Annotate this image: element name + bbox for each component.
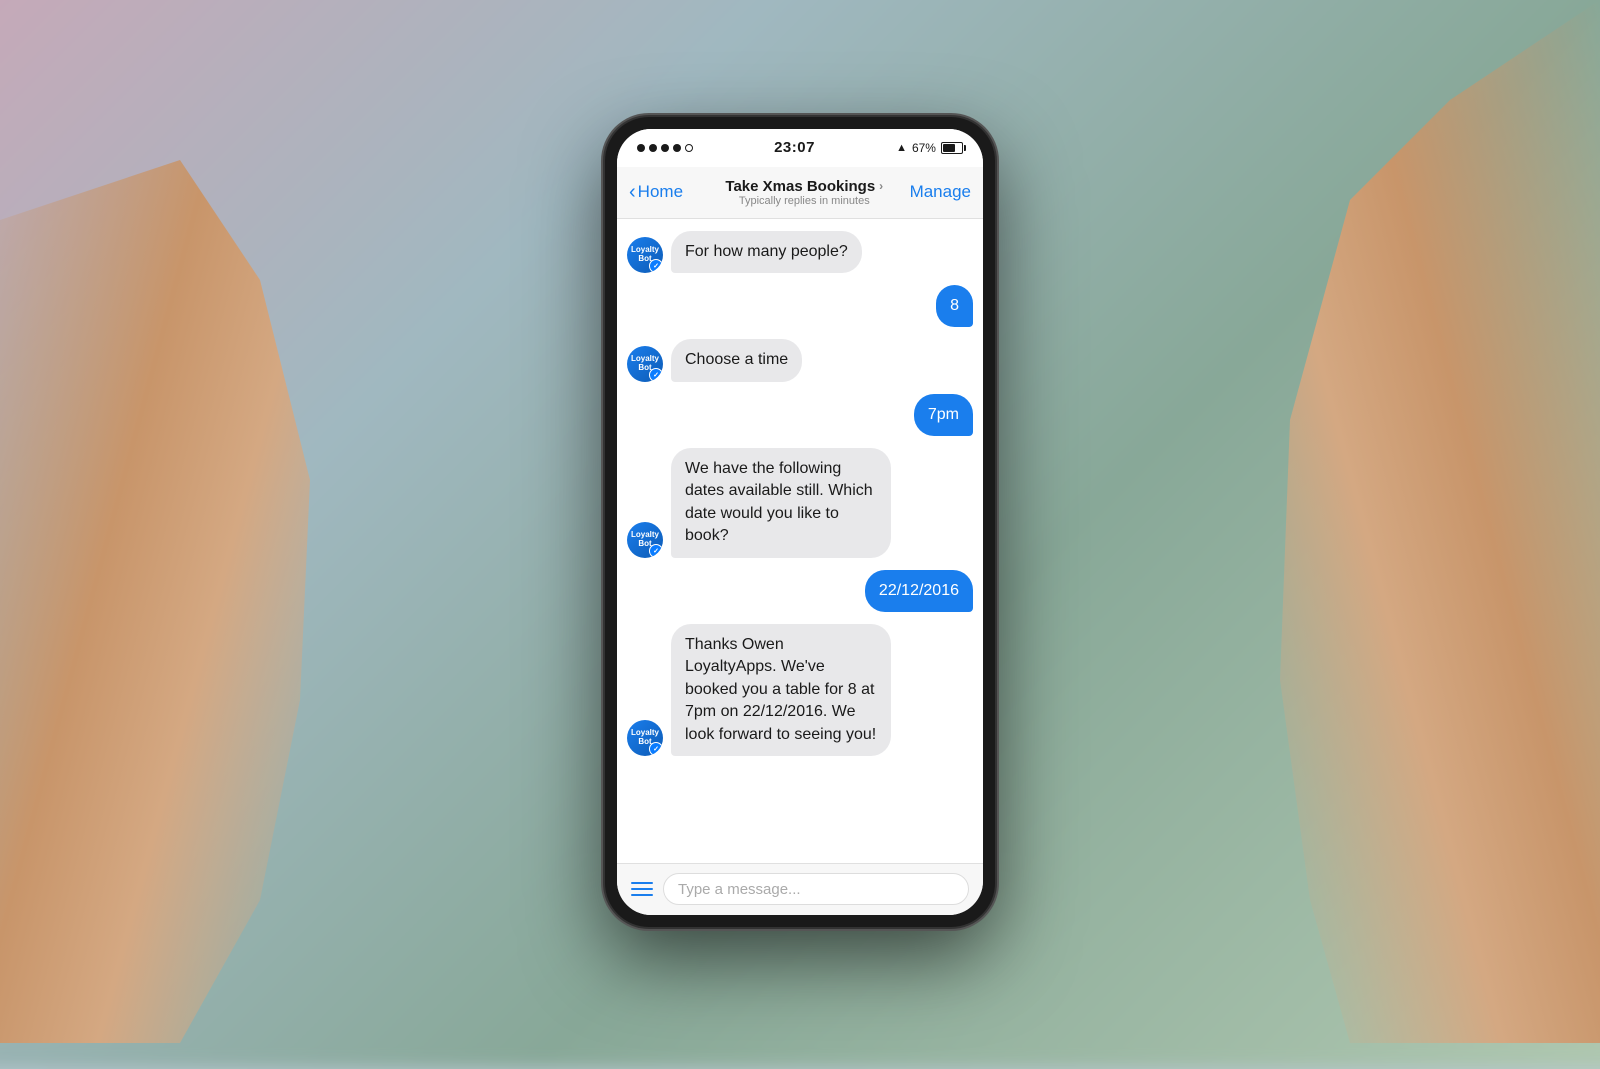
bot-bubble-3: We have the following dates available st… (671, 448, 891, 558)
bot-avatar-3: LoyaltyBot ✓ (627, 522, 663, 558)
phone-frame: 23:07 ▲ 67% ‹ Home Take Xmas Bookin (605, 117, 995, 927)
bot-message-4-text: Thanks Owen LoyaltyApps. We've booked yo… (685, 636, 876, 743)
battery-percent: 67% (912, 141, 936, 155)
nav-title-chevron-icon: › (879, 179, 883, 193)
bot-avatar-1: LoyaltyBot ✓ (627, 237, 663, 273)
nav-center: Take Xmas Bookings › Typically replies i… (699, 178, 910, 207)
message-row-1: LoyaltyBot ✓ For how many people? (627, 231, 973, 273)
location-icon: ▲ (896, 142, 907, 154)
navigation-bar: ‹ Home Take Xmas Bookings › Typically re… (617, 167, 983, 219)
message-placeholder: Type a message... (678, 881, 801, 898)
battery-icon (941, 142, 963, 154)
signal-dot-4 (673, 144, 681, 152)
back-button[interactable]: ‹ Home (629, 182, 699, 202)
bot-bubble-1: For how many people? (671, 231, 862, 273)
hand-right (1250, 0, 1600, 1043)
signal-dot-3 (661, 144, 669, 152)
messenger-icon-1: ✓ (653, 262, 659, 270)
bot-avatar-2: LoyaltyBot ✓ (627, 346, 663, 382)
messenger-badge-2: ✓ (649, 368, 663, 382)
status-bar: 23:07 ▲ 67% (617, 129, 983, 167)
battery-fill (943, 144, 955, 152)
messenger-badge-3: ✓ (649, 544, 663, 558)
bot-message-2-text: Choose a time (685, 351, 788, 368)
scene: 23:07 ▲ 67% ‹ Home Take Xmas Bookin (0, 0, 1600, 1043)
manage-button[interactable]: Manage (910, 182, 971, 202)
message-row-7: LoyaltyBot ✓ Thanks Owen LoyaltyApps. We… (627, 624, 973, 756)
hand-left (0, 0, 350, 1043)
user-message-1-text: 8 (950, 297, 959, 314)
message-row-4: 7pm (627, 394, 973, 436)
back-chevron-icon: ‹ (629, 182, 636, 202)
message-row-2: 8 (627, 285, 973, 327)
message-row-5: LoyaltyBot ✓ We have the following dates… (627, 448, 973, 558)
bot-message-1-text: For how many people? (685, 243, 848, 260)
bot-avatar-4: LoyaltyBot ✓ (627, 720, 663, 756)
status-time: 23:07 (774, 139, 815, 156)
message-input-field[interactable]: Type a message... (663, 873, 969, 905)
hamburger-line-2 (631, 888, 653, 890)
user-bubble-1: 8 (936, 285, 973, 327)
message-row-6: 22/12/2016 (627, 570, 973, 612)
signal-indicators (637, 144, 693, 152)
signal-dot-2 (649, 144, 657, 152)
hamburger-line-1 (631, 882, 653, 884)
bot-bubble-4: Thanks Owen LoyaltyApps. We've booked yo… (671, 624, 891, 756)
messenger-icon-2: ✓ (653, 371, 659, 379)
message-row-3: LoyaltyBot ✓ Choose a time (627, 339, 973, 381)
messenger-badge-4: ✓ (649, 742, 663, 756)
status-right-group: ▲ 67% (896, 141, 963, 155)
signal-dot-5 (685, 144, 693, 152)
back-label: Home (638, 182, 683, 202)
nav-title-text: Take Xmas Bookings (725, 178, 875, 195)
signal-dot-1 (637, 144, 645, 152)
user-message-3-text: 22/12/2016 (879, 582, 959, 599)
messenger-icon-3: ✓ (653, 547, 659, 555)
bot-bubble-2: Choose a time (671, 339, 802, 381)
hamburger-line-3 (631, 894, 653, 896)
chat-area: LoyaltyBot ✓ For how many people? 8 (617, 219, 983, 863)
messenger-icon-4: ✓ (653, 745, 659, 753)
user-bubble-3: 22/12/2016 (865, 570, 973, 612)
bot-message-3-text: We have the following dates available st… (685, 460, 873, 544)
user-bubble-2: 7pm (914, 394, 973, 436)
nav-title: Take Xmas Bookings › (725, 178, 883, 195)
messenger-badge-1: ✓ (649, 259, 663, 273)
phone-screen: 23:07 ▲ 67% ‹ Home Take Xmas Bookin (617, 129, 983, 915)
nav-subtitle: Typically replies in minutes (739, 195, 870, 207)
user-message-2-text: 7pm (928, 406, 959, 423)
menu-icon[interactable] (631, 882, 653, 896)
input-bar: Type a message... (617, 863, 983, 915)
